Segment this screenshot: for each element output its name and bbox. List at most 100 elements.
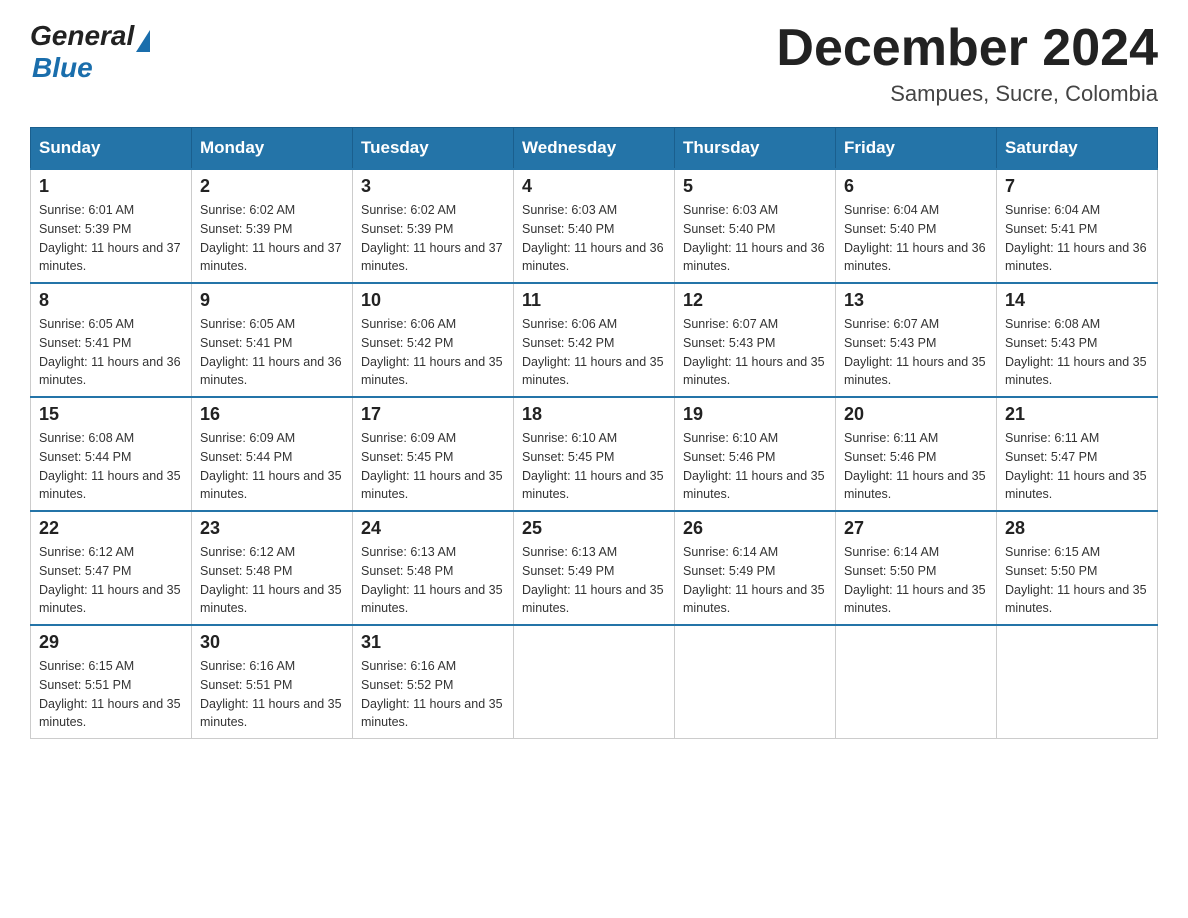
day-info: Sunrise: 6:04 AMSunset: 5:41 PMDaylight:… (1005, 201, 1149, 276)
page-header: General Blue December 2024 Sampues, Sucr… (30, 20, 1158, 107)
day-header-wednesday: Wednesday (514, 128, 675, 170)
day-number: 28 (1005, 518, 1149, 539)
calendar-cell: 25Sunrise: 6:13 AMSunset: 5:49 PMDayligh… (514, 511, 675, 625)
day-number: 2 (200, 176, 344, 197)
day-info: Sunrise: 6:07 AMSunset: 5:43 PMDaylight:… (844, 315, 988, 390)
calendar-cell: 22 Sunrise: 6:12 AMSunset: 5:47 PMDayligh… (31, 511, 192, 625)
logo-blue-text: Blue (32, 52, 93, 84)
day-info: Sunrise: 6:10 AMSunset: 5:46 PMDaylight:… (683, 429, 827, 504)
week-row-3: 15 Sunrise: 6:08 AMSunset: 5:44 PMDayligh… (31, 397, 1158, 511)
logo-general-text: General (30, 20, 134, 52)
calendar-cell: 16 Sunrise: 6:09 AMSunset: 5:44 PMDayligh… (192, 397, 353, 511)
day-info: Sunrise: 6:08 AMSunset: 5:43 PMDaylight:… (1005, 315, 1149, 390)
day-number: 24 (361, 518, 505, 539)
day-header-saturday: Saturday (997, 128, 1158, 170)
day-number: 31 (361, 632, 505, 653)
calendar-cell: 13 Sunrise: 6:07 AMSunset: 5:43 PMDayligh… (836, 283, 997, 397)
day-number: 22 (39, 518, 183, 539)
calendar-cell: 26 Sunrise: 6:14 AMSunset: 5:49 PMDayligh… (675, 511, 836, 625)
calendar-cell: 17 Sunrise: 6:09 AMSunset: 5:45 PMDayligh… (353, 397, 514, 511)
day-info: Sunrise: 6:14 AMSunset: 5:50 PMDaylight:… (844, 543, 988, 618)
day-info: Sunrise: 6:09 AMSunset: 5:44 PMDaylight:… (200, 429, 344, 504)
calendar-cell: 19 Sunrise: 6:10 AMSunset: 5:46 PMDayligh… (675, 397, 836, 511)
calendar-table: SundayMondayTuesdayWednesdayThursdayFrid… (30, 127, 1158, 739)
calendar-cell (836, 625, 997, 739)
day-number: 26 (683, 518, 827, 539)
day-header-friday: Friday (836, 128, 997, 170)
day-info: Sunrise: 6:12 AMSunset: 5:48 PMDaylight:… (200, 543, 344, 618)
calendar-cell: 9Sunrise: 6:05 AMSunset: 5:41 PMDaylight… (192, 283, 353, 397)
calendar-cell: 7 Sunrise: 6:04 AMSunset: 5:41 PMDaylight… (997, 169, 1158, 283)
calendar-cell: 5 Sunrise: 6:03 AMSunset: 5:40 PMDaylight… (675, 169, 836, 283)
calendar-cell: 12 Sunrise: 6:07 AMSunset: 5:43 PMDayligh… (675, 283, 836, 397)
day-number: 10 (361, 290, 505, 311)
day-number: 13 (844, 290, 988, 311)
day-number: 9 (200, 290, 344, 311)
day-number: 23 (200, 518, 344, 539)
calendar-cell (514, 625, 675, 739)
logo: General Blue (30, 20, 150, 84)
day-info: Sunrise: 6:03 AMSunset: 5:40 PMDaylight:… (683, 201, 827, 276)
day-number: 16 (200, 404, 344, 425)
calendar-cell: 2 Sunrise: 6:02 AMSunset: 5:39 PMDaylight… (192, 169, 353, 283)
calendar-cell: 21Sunrise: 6:11 AMSunset: 5:47 PMDayligh… (997, 397, 1158, 511)
day-number: 14 (1005, 290, 1149, 311)
day-number: 30 (200, 632, 344, 653)
day-header-thursday: Thursday (675, 128, 836, 170)
day-info: Sunrise: 6:06 AMSunset: 5:42 PMDaylight:… (522, 315, 666, 390)
day-number: 29 (39, 632, 183, 653)
calendar-cell: 30Sunrise: 6:16 AMSunset: 5:51 PMDayligh… (192, 625, 353, 739)
day-number: 12 (683, 290, 827, 311)
calendar-cell: 20 Sunrise: 6:11 AMSunset: 5:46 PMDayligh… (836, 397, 997, 511)
day-number: 7 (1005, 176, 1149, 197)
day-number: 5 (683, 176, 827, 197)
calendar-cell: 28 Sunrise: 6:15 AMSunset: 5:50 PMDayligh… (997, 511, 1158, 625)
calendar-cell: 11 Sunrise: 6:06 AMSunset: 5:42 PMDayligh… (514, 283, 675, 397)
day-number: 15 (39, 404, 183, 425)
calendar-cell (675, 625, 836, 739)
day-number: 11 (522, 290, 666, 311)
calendar-cell: 15 Sunrise: 6:08 AMSunset: 5:44 PMDayligh… (31, 397, 192, 511)
calendar-cell: 23 Sunrise: 6:12 AMSunset: 5:48 PMDayligh… (192, 511, 353, 625)
calendar-cell: 18 Sunrise: 6:10 AMSunset: 5:45 PMDayligh… (514, 397, 675, 511)
day-info: Sunrise: 6:05 AMSunset: 5:41 PMDaylight:… (39, 315, 183, 390)
day-header-monday: Monday (192, 128, 353, 170)
calendar-cell: 4Sunrise: 6:03 AMSunset: 5:40 PMDaylight… (514, 169, 675, 283)
calendar-cell: 31 Sunrise: 6:16 AMSunset: 5:52 PMDayligh… (353, 625, 514, 739)
calendar-cell: 27Sunrise: 6:14 AMSunset: 5:50 PMDayligh… (836, 511, 997, 625)
days-header-row: SundayMondayTuesdayWednesdayThursdayFrid… (31, 128, 1158, 170)
location-subtitle: Sampues, Sucre, Colombia (776, 81, 1158, 107)
day-info: Sunrise: 6:02 AMSunset: 5:39 PMDaylight:… (200, 201, 344, 276)
day-info: Sunrise: 6:09 AMSunset: 5:45 PMDaylight:… (361, 429, 505, 504)
day-info: Sunrise: 6:07 AMSunset: 5:43 PMDaylight:… (683, 315, 827, 390)
week-row-4: 22 Sunrise: 6:12 AMSunset: 5:47 PMDayligh… (31, 511, 1158, 625)
day-info: Sunrise: 6:08 AMSunset: 5:44 PMDaylight:… (39, 429, 183, 504)
day-info: Sunrise: 6:16 AMSunset: 5:52 PMDaylight:… (361, 657, 505, 732)
day-header-sunday: Sunday (31, 128, 192, 170)
day-header-tuesday: Tuesday (353, 128, 514, 170)
day-info: Sunrise: 6:14 AMSunset: 5:49 PMDaylight:… (683, 543, 827, 618)
calendar-cell: 3Sunrise: 6:02 AMSunset: 5:39 PMDaylight… (353, 169, 514, 283)
day-info: Sunrise: 6:06 AMSunset: 5:42 PMDaylight:… (361, 315, 505, 390)
day-number: 18 (522, 404, 666, 425)
day-number: 25 (522, 518, 666, 539)
calendar-cell: 14 Sunrise: 6:08 AMSunset: 5:43 PMDayligh… (997, 283, 1158, 397)
week-row-1: 1Sunrise: 6:01 AMSunset: 5:39 PMDaylight… (31, 169, 1158, 283)
day-info: Sunrise: 6:11 AMSunset: 5:46 PMDaylight:… (844, 429, 988, 504)
day-number: 3 (361, 176, 505, 197)
calendar-cell: 1Sunrise: 6:01 AMSunset: 5:39 PMDaylight… (31, 169, 192, 283)
day-info: Sunrise: 6:12 AMSunset: 5:47 PMDaylight:… (39, 543, 183, 618)
day-info: Sunrise: 6:10 AMSunset: 5:45 PMDaylight:… (522, 429, 666, 504)
day-number: 6 (844, 176, 988, 197)
day-info: Sunrise: 6:15 AMSunset: 5:51 PMDaylight:… (39, 657, 183, 732)
calendar-cell: 24Sunrise: 6:13 AMSunset: 5:48 PMDayligh… (353, 511, 514, 625)
day-number: 17 (361, 404, 505, 425)
day-info: Sunrise: 6:01 AMSunset: 5:39 PMDaylight:… (39, 201, 183, 276)
day-number: 19 (683, 404, 827, 425)
logo-triangle-icon (136, 30, 150, 52)
month-title: December 2024 (776, 20, 1158, 77)
day-number: 4 (522, 176, 666, 197)
day-info: Sunrise: 6:11 AMSunset: 5:47 PMDaylight:… (1005, 429, 1149, 504)
day-info: Sunrise: 6:15 AMSunset: 5:50 PMDaylight:… (1005, 543, 1149, 618)
day-number: 20 (844, 404, 988, 425)
